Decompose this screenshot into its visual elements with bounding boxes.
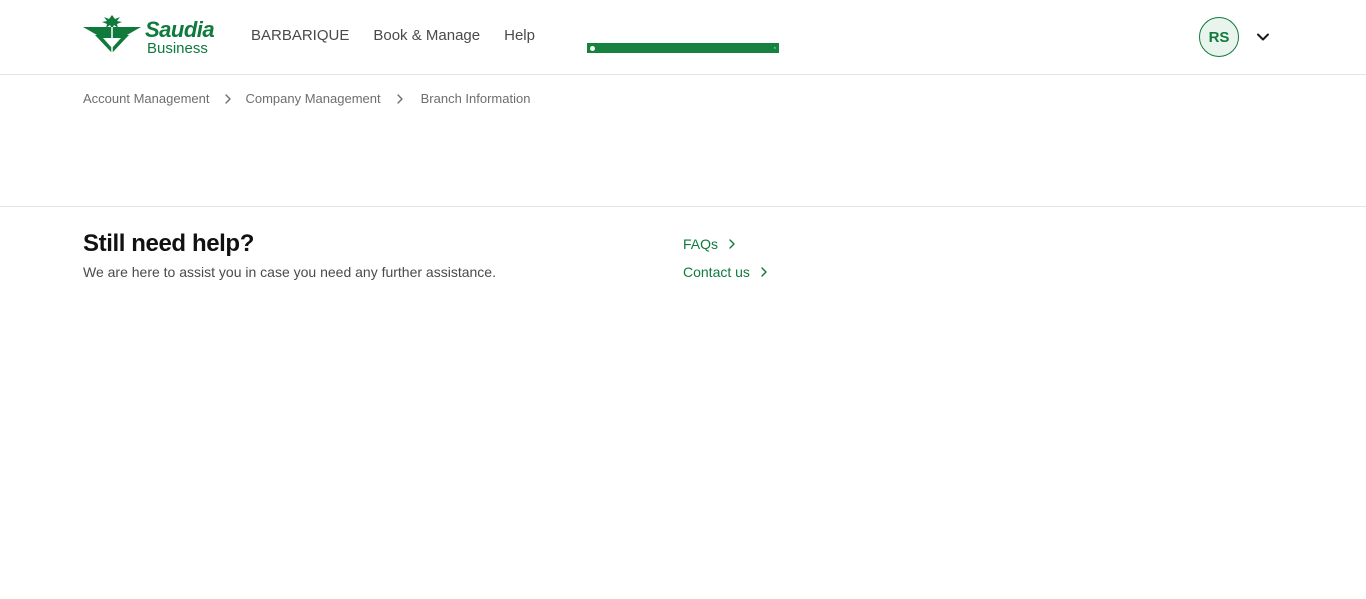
- section-divider: [0, 206, 1366, 207]
- toast-close-button[interactable]: ×: [774, 46, 776, 50]
- main-nav: BARBARIQUE Book & Manage Help: [251, 27, 535, 44]
- chevron-down-icon[interactable]: [1255, 29, 1271, 45]
- breadcrumb: Account Management Company Management Br…: [83, 91, 530, 106]
- contact-us-link-label: Contact us: [683, 264, 750, 280]
- notification-toast: ×: [587, 43, 779, 53]
- logo-text: Saudia Business: [145, 13, 215, 57]
- help-subtitle: We are here to assist you in case you ne…: [83, 264, 496, 280]
- nav-item-help[interactable]: Help: [504, 27, 535, 44]
- nav-item-barbarique[interactable]: BARBARIQUE: [251, 27, 349, 44]
- palm-swords-emblem-icon: [83, 15, 141, 53]
- nav-item-book-manage[interactable]: Book & Manage: [373, 27, 480, 44]
- breadcrumb-company-management[interactable]: Company Management: [245, 91, 380, 106]
- chevron-right-icon: [225, 93, 232, 104]
- top-header: Saudia Business BARBARIQUE Book & Manage…: [0, 0, 1366, 75]
- help-title: Still need help?: [83, 230, 254, 257]
- breadcrumb-branch-information: Branch Information: [420, 91, 531, 106]
- chevron-right-icon: [396, 93, 403, 104]
- saudia-business-logo[interactable]: Saudia Business: [83, 13, 215, 57]
- check-icon: [590, 45, 595, 51]
- chevron-right-icon: [761, 267, 767, 277]
- breadcrumb-account-management[interactable]: Account Management: [83, 91, 209, 106]
- user-avatar[interactable]: RS: [1199, 17, 1239, 57]
- logo-brand-sub: Business: [147, 40, 208, 57]
- faqs-link[interactable]: FAQs: [683, 236, 738, 252]
- logo-brand-name: Saudia: [145, 17, 215, 42]
- chevron-right-icon: [729, 239, 735, 249]
- faqs-link-label: FAQs: [683, 236, 719, 252]
- contact-us-link[interactable]: Contact us: [683, 264, 770, 280]
